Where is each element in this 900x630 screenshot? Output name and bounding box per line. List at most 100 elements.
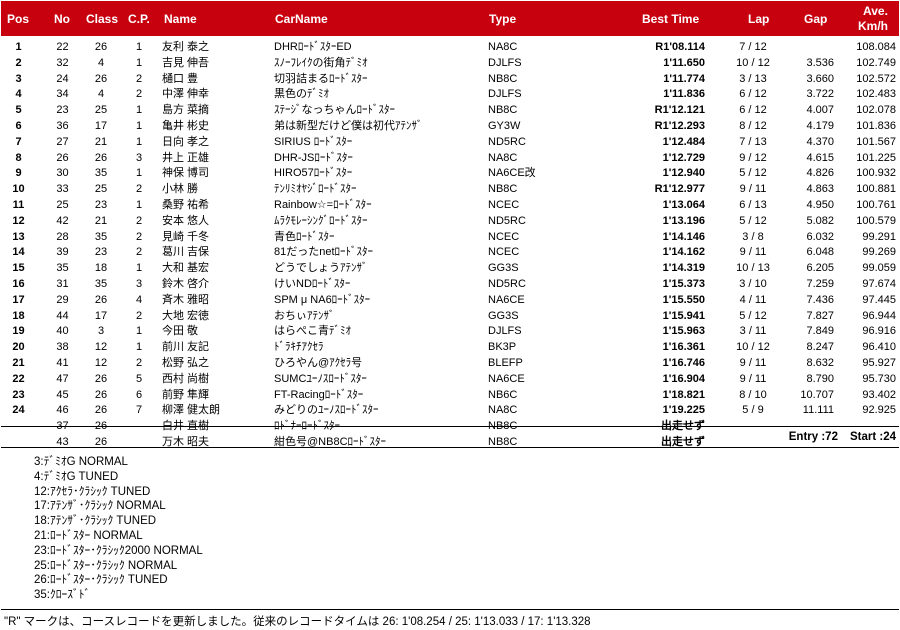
cell-type: BLEFP [488,356,523,369]
divider [1,447,899,448]
cell-no: 46 [56,404,69,417]
cell-type: NA8C [488,404,518,417]
cell-pos: 18 [12,309,25,322]
results-table-body: 1 22 26 1 友利 泰之 DHRﾛｰﾄﾞｽﾀｰED NA8C R1'08.114 7 / … [0,40,900,451]
cell-class: 4 [97,88,105,101]
cell-type: GY3W [488,119,521,132]
cell-cp: 3 [135,277,143,290]
cell-best-time: 1'15.550 [662,293,705,306]
cell-pos: 19 [12,325,25,338]
cell-driver-name: 亀井 彬史 [162,119,210,132]
cell-cp: 1 [135,41,143,53]
legend-item: 18:ｱﾃﾝｻﾞ･ｸﾗｼｯｸ TUNED [34,515,157,528]
cell-class: 35 [94,167,108,180]
cell-lap: 8 / 12 [739,119,767,132]
cell-car-name: HIRO57ﾛｰﾄﾞｽﾀｰ [274,167,353,180]
cell-driver-name: 見崎 千冬 [162,230,210,243]
cell-car-name: ﾑﾗｸﾓﾚｰｼﾝｸﾞﾛｰﾄﾞｽﾀｰ [274,214,368,227]
cell-driver-name: 前野 隼輝 [162,388,210,401]
cell-ave-speed: 108.084 [856,41,896,53]
cell-no: 44 [56,309,69,322]
cell-type: NA6CE [488,293,525,306]
cell-best-time: 1'13.196 [662,214,705,227]
cell-lap: 6 / 12 [739,88,767,101]
cell-no: 39 [56,246,69,259]
cell-ave-speed: 101.567 [856,135,896,148]
cell-pos: 17 [12,293,25,306]
cell-pos: 4 [15,88,22,101]
table-row: 1 22 26 1 友利 泰之 DHRﾛｰﾄﾞｽﾀｰED NA8C R1'08.114 7 / … [0,40,900,56]
table-row: 17 29 26 4 斉木 雅昭 SPM μ NA6ﾛｰﾄﾞｽﾀｰ NA6CE 1'15.55… [0,293,900,309]
cell-best-time: 1'15.373 [662,277,705,290]
cell-cp: 6 [135,388,143,401]
cell-gap: 8.790 [806,372,834,385]
cell-no: 41 [56,356,69,369]
cell-cp: 1 [135,198,143,211]
cell-type: GG3S [488,309,519,322]
cell-ave-speed: 97.445 [862,293,896,306]
cell-cp: 1 [135,119,143,132]
cell-ave-speed: 97.674 [862,277,896,290]
cell-gap: 4.615 [806,151,834,164]
cell-gap: 3.722 [806,88,834,101]
cell-pos: 6 [15,119,22,132]
cell-lap: 9 / 12 [739,151,767,164]
cell-car-name: ひろやん@ｱｸｾﾗ号 [274,356,363,369]
cell-type: GG3S [488,262,519,275]
cell-type: NB6C [488,388,518,401]
table-row: 5 23 25 1 島方 菜摘 ｽﾃｰｼﾞなっちゃんﾛｰﾄﾞｽﾀｰ NB8C R1'12.12… [0,103,900,119]
cell-car-name: ｽﾃｰｼﾞなっちゃんﾛｰﾄﾞｽﾀｰ [274,104,395,117]
cell-no: 36 [56,119,69,132]
cell-class: 21 [94,214,108,227]
cell-driver-name: 大地 宏徳 [162,309,210,322]
header-lap: Lap [748,12,770,26]
table-row: 3 24 26 2 樋口 豊 切羽詰まるﾛｰﾄﾞｽﾀｰ NB8C 1'11.774 3 / 13… [0,72,900,88]
cell-type: NA6CE [488,372,525,385]
cell-no: 30 [56,167,69,180]
cell-best-time: 1'14.162 [662,246,705,259]
table-row: 21 41 12 2 松野 弘之 ひろやん@ｱｸｾﾗ号 BLEFP 1'16.746 9 / 1… [0,356,900,372]
cell-best-time: 1'11.650 [663,56,705,69]
cell-ave-speed: 95.927 [862,356,896,369]
cell-driver-name: 西村 尚樹 [162,372,210,385]
cell-class: 12 [94,356,108,369]
cell-class: 17 [94,309,108,322]
table-row: 24 46 26 7 柳澤 健太朗 みどりのﾕｰﾉｽﾛｰﾄﾞｽﾀｰ NA8C 1'19.225… [0,403,900,419]
cell-best-time: 1'11.774 [663,72,705,85]
cell-lap: 3 / 8 [742,230,764,243]
table-row: 12 42 21 2 安本 悠人 ﾑﾗｸﾓﾚｰｼﾝｸﾞﾛｰﾄﾞｽﾀｰ ND5RC 1'13.1… [0,214,900,230]
cell-ave-speed: 93.402 [862,388,896,401]
table-row: 14 39 23 2 葛川 吉保 81だったnetﾛｰﾄﾞｽﾀｰ NCEC 1'14.162 9… [0,245,900,261]
cell-pos: 8 [15,151,22,164]
header-gap: Gap [804,12,828,26]
cell-class: 26 [94,435,108,448]
cell-no: 24 [56,72,69,85]
cell-no: 27 [56,135,69,148]
cell-cp: 1 [135,135,143,148]
cell-no: 47 [56,372,69,385]
cell-car-name: 弟は新型だけど僕は初代ｱﾃﾝｻﾞ [274,119,423,132]
cell-pos: 1 [15,41,22,53]
cell-ave-speed: 102.572 [856,72,896,85]
cell-ave-speed: 100.881 [856,183,896,196]
header-no: No [54,12,70,26]
cell-no: 31 [56,277,69,290]
header-name: Name [164,12,197,26]
cell-car-name: DHR-JSﾛｰﾄﾞｽﾀｰ [274,151,353,164]
cell-no: 45 [56,388,69,401]
cell-class: 18 [94,262,108,275]
cell-lap: 5 / 12 [739,309,767,322]
legend-item: 12:ｱｸｾﾗ･ｸﾗｼｯｸ TUNED [34,485,151,498]
header-pos: Pos [7,12,30,26]
cell-type: NB8C [488,183,518,196]
cell-best-time: 1'11.836 [663,88,705,101]
cell-class: 23 [94,198,108,211]
cell-ave-speed: 102.749 [856,56,896,69]
cell-ave-speed: 100.761 [856,198,896,211]
cell-pos: 16 [12,277,25,290]
cell-car-name: ﾃﾝﾘﾐｵﾔｼﾞﾛｰﾄﾞｽﾀｰ [274,183,357,196]
cell-driver-name: 葛川 吉保 [162,246,210,259]
table-row: 8 26 26 3 井上 正雄 DHR-JSﾛｰﾄﾞｽﾀｰ NA8C 1'12.729 9 / … [0,151,900,167]
cell-class: 26 [94,388,108,401]
cell-lap: 9 / 11 [739,372,767,385]
